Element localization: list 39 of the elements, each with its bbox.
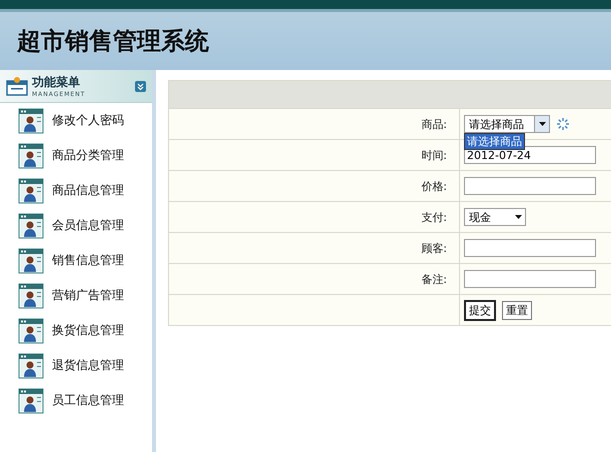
user-card-icon <box>18 282 44 308</box>
user-card-icon <box>18 108 44 134</box>
user-card-icon <box>18 318 44 344</box>
menu-item[interactable]: 换货信息管理 <box>0 313 152 348</box>
app-title: 超市销售管理系统 <box>17 25 209 57</box>
menu-item[interactable]: 商品信息管理 <box>0 173 152 208</box>
payment-select[interactable]: 现金 <box>464 208 526 226</box>
user-card-icon <box>18 178 44 204</box>
input-field[interactable] <box>464 270 596 288</box>
user-card-icon <box>18 352 44 378</box>
field-label: 支付: <box>421 210 447 224</box>
input-field[interactable] <box>464 239 596 257</box>
field-label: 时间: <box>421 148 447 162</box>
input-field[interactable] <box>464 177 596 195</box>
menu-item[interactable]: 营销广告管理 <box>0 278 152 313</box>
menu-item[interactable]: 员工信息管理 <box>0 383 152 418</box>
menu-item[interactable]: 会员信息管理 <box>0 208 152 243</box>
user-card-icon <box>18 388 44 414</box>
field-label: 商品: <box>421 116 447 132</box>
user-card-icon <box>18 248 44 274</box>
menu-item[interactable]: 修改个人密码 <box>0 103 152 138</box>
reset-button[interactable]: 重置 <box>502 300 532 320</box>
input-field[interactable]: 2012-07-24 <box>464 146 596 164</box>
user-card-icon <box>18 142 44 168</box>
collapse-icon[interactable] <box>135 80 146 92</box>
submit-button[interactable]: 提交 <box>464 300 496 320</box>
menu-item[interactable]: 商品分类管理 <box>0 138 152 173</box>
field-label: 备注: <box>421 272 447 286</box>
calendar-icon <box>6 76 28 96</box>
caret-icon <box>514 215 522 219</box>
field-label: 顾客: <box>421 240 447 256</box>
menu-item[interactable]: 销售信息管理 <box>0 243 152 278</box>
user-card-icon <box>18 212 44 238</box>
field-label: 价格: <box>421 178 447 194</box>
menu-item[interactable]: 退货信息管理 <box>0 348 152 383</box>
product-select[interactable]: 请选择商品 <box>464 115 550 133</box>
caret-icon <box>538 122 546 126</box>
dropdown-option[interactable]: 请选择商品 <box>465 134 524 149</box>
menu-title: 功能菜单 <box>32 74 81 91</box>
